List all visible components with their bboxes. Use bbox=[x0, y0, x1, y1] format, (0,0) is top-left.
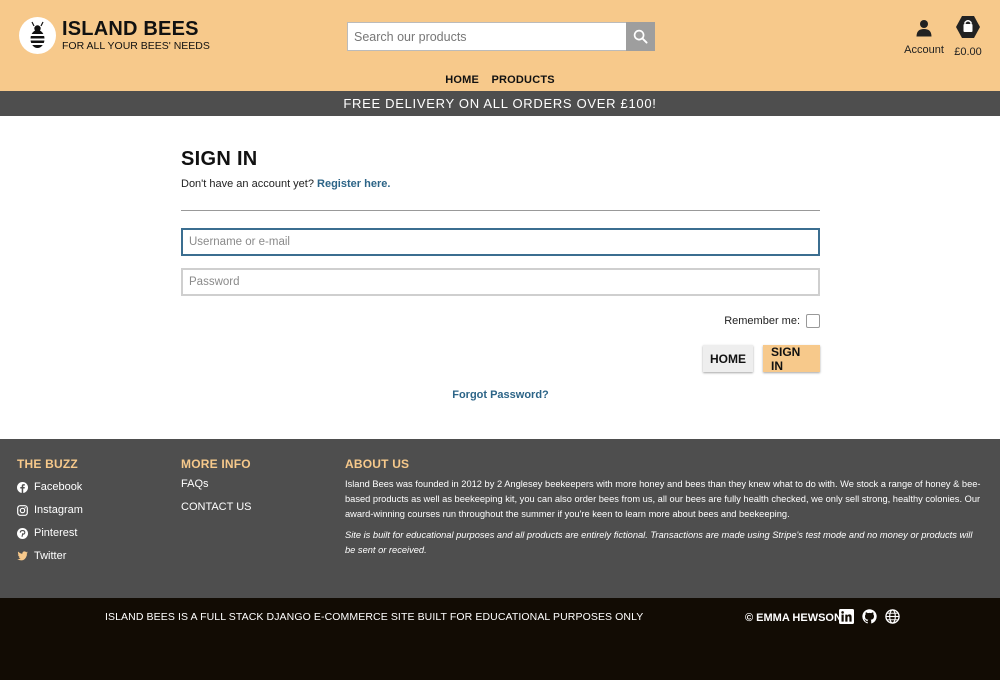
social-label: Facebook bbox=[34, 481, 83, 493]
nav-home[interactable]: HOME bbox=[445, 74, 479, 86]
main-nav: HOME PRODUCTS bbox=[0, 70, 1000, 88]
bag-total: £0.00 bbox=[954, 46, 982, 58]
about-text: Island Bees was founded in 2012 by 2 Ang… bbox=[345, 479, 981, 519]
account-link[interactable]: Account bbox=[902, 19, 946, 56]
disclaimer-text: Site is built for educational purposes a… bbox=[345, 530, 973, 555]
bottom-bar: ISLAND BEES IS A FULL STACK DJANGO E-COM… bbox=[0, 598, 1000, 680]
footer-buzz: THE BUZZ Facebook Instagram Pinterest Tw… bbox=[17, 457, 83, 563]
github-icon[interactable] bbox=[862, 609, 877, 624]
remember-label: Remember me: bbox=[724, 315, 800, 327]
faqs-link[interactable]: FAQs bbox=[181, 478, 252, 492]
signin-section: SIGN IN Don't have an account yet? Regis… bbox=[181, 148, 820, 401]
remember-me: Remember me: bbox=[724, 314, 820, 328]
forgot-password: Forgot Password? bbox=[181, 389, 820, 401]
linkedin-icon[interactable] bbox=[839, 609, 854, 624]
copyright: © EMMA HEWSON bbox=[745, 612, 842, 624]
instagram-icon bbox=[17, 504, 28, 516]
shopping-bag-icon bbox=[956, 16, 980, 38]
brand-title: ISLAND BEES bbox=[62, 18, 199, 40]
social-pinterest[interactable]: Pinterest bbox=[17, 526, 83, 540]
facebook-icon bbox=[17, 481, 28, 493]
social-instagram[interactable]: Instagram bbox=[17, 503, 83, 517]
social-label: Instagram bbox=[34, 504, 83, 516]
social-twitter[interactable]: Twitter bbox=[17, 549, 83, 563]
divider bbox=[181, 210, 820, 211]
brand-subtitle: FOR ALL YOUR BEES' NEEDS bbox=[62, 40, 210, 52]
register-prompt-text: Don't have an account yet? bbox=[181, 178, 314, 190]
account-label: Account bbox=[904, 44, 944, 56]
shopping-bag-link[interactable]: £0.00 bbox=[951, 15, 985, 58]
built-statement: ISLAND BEES IS A FULL STACK DJANGO E-COM… bbox=[105, 611, 644, 623]
social-label: Twitter bbox=[34, 550, 67, 562]
signin-button[interactable]: SIGN IN bbox=[763, 345, 820, 373]
search-icon bbox=[633, 29, 648, 44]
contact-link[interactable]: CONTACT US bbox=[181, 501, 252, 515]
more-info-title: MORE INFO bbox=[181, 457, 251, 471]
search-input[interactable] bbox=[347, 22, 626, 51]
brand-logo-link[interactable]: ISLAND BEES FOR ALL YOUR BEES' NEEDS bbox=[19, 17, 210, 54]
footer-about: ABOUT US Island Bees was founded in 2012… bbox=[345, 457, 985, 558]
social-label: Pinterest bbox=[34, 527, 78, 539]
promo-banner: FREE DELIVERY ON ALL ORDERS OVER £100! bbox=[0, 91, 1000, 116]
home-button[interactable]: HOME bbox=[703, 345, 753, 372]
author-links bbox=[839, 609, 908, 624]
site-header: ISLAND BEES FOR ALL YOUR BEES' NEEDS Acc… bbox=[0, 0, 1000, 91]
password-input[interactable] bbox=[181, 268, 820, 296]
twitter-icon bbox=[17, 551, 28, 562]
bee-logo-icon bbox=[19, 17, 56, 54]
search-button[interactable] bbox=[626, 22, 655, 51]
user-icon bbox=[916, 20, 932, 37]
footer-more-info: MORE INFO FAQs CONTACT US bbox=[181, 457, 252, 515]
buzz-title: THE BUZZ bbox=[17, 457, 78, 471]
about-title: ABOUT US bbox=[345, 457, 410, 471]
search-form bbox=[347, 22, 655, 51]
register-link[interactable]: Register here. bbox=[317, 178, 390, 190]
page-title: SIGN IN bbox=[181, 148, 258, 170]
globe-icon[interactable] bbox=[885, 609, 900, 624]
social-facebook[interactable]: Facebook bbox=[17, 480, 83, 494]
pinterest-icon bbox=[17, 527, 28, 539]
register-prompt: Don't have an account yet? Register here… bbox=[181, 178, 820, 190]
forgot-password-link[interactable]: Forgot Password? bbox=[452, 389, 549, 401]
nav-products[interactable]: PRODUCTS bbox=[491, 74, 554, 86]
form-buttons: HOME SIGN IN bbox=[703, 345, 820, 373]
remember-checkbox[interactable] bbox=[806, 314, 820, 328]
username-input[interactable] bbox=[181, 228, 820, 256]
site-footer: THE BUZZ Facebook Instagram Pinterest Tw… bbox=[0, 439, 1000, 598]
